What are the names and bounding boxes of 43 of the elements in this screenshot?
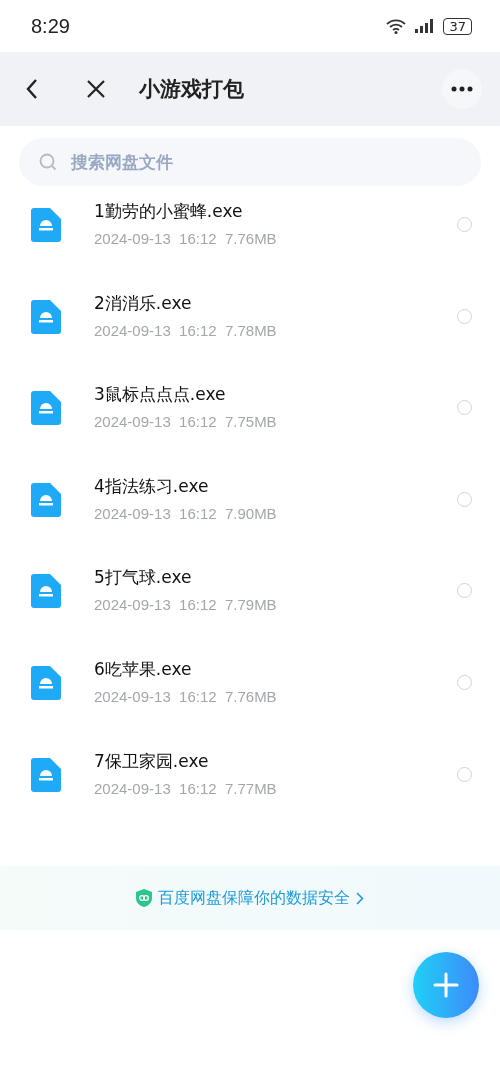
file-meta: 2024-09-13 16:12 7.77MB bbox=[94, 779, 278, 797]
search-icon bbox=[39, 153, 57, 171]
file-name: 6吃苹果.exe bbox=[94, 657, 193, 680]
battery-indicator: 37 bbox=[443, 17, 472, 35]
signal-icon bbox=[415, 19, 436, 33]
file-name: 1勤劳的小蜜蜂.exe bbox=[94, 200, 244, 222]
file-row[interactable]: 4指法练习.exe 2024-09-13 16:12 7.90MB bbox=[0, 466, 500, 559]
file-name: 4指法练习.exe bbox=[94, 474, 210, 497]
file-icon bbox=[31, 208, 61, 242]
file-icon bbox=[31, 574, 61, 609]
file-row[interactable]: 7保卫家园.exe 2024-09-13 16:12 7.77MB bbox=[0, 741, 500, 834]
file-row[interactable]: 1勤劳的小蜜蜂.exe 2024-09-13 16:12 7.76MB bbox=[0, 192, 500, 284]
file-icon bbox=[31, 299, 61, 334]
more-icon bbox=[451, 86, 473, 92]
file-name: 7保卫家园.exe bbox=[94, 749, 210, 772]
wifi-icon bbox=[385, 18, 408, 34]
file-icon bbox=[31, 482, 61, 517]
file-name: 3鼠标点点点.exe bbox=[94, 383, 227, 406]
file-name: 5打气球.exe bbox=[94, 566, 193, 589]
file-icon bbox=[31, 757, 61, 792]
plus-icon bbox=[433, 972, 459, 998]
more-button[interactable] bbox=[442, 69, 482, 109]
file-meta: 2024-09-13 16:12 7.76MB bbox=[94, 230, 278, 247]
back-icon[interactable] bbox=[25, 78, 39, 100]
file-icon bbox=[31, 665, 61, 700]
file-meta: 2024-09-13 16:12 7.79MB bbox=[94, 596, 278, 614]
file-meta: 2024-09-13 16:12 7.78MB bbox=[94, 321, 278, 339]
file-row[interactable]: 5打气球.exe 2024-09-13 16:12 7.79MB bbox=[0, 558, 500, 650]
file-row[interactable]: 6吃苹果.exe 2024-09-13 16:12 7.76MB bbox=[0, 649, 500, 742]
status-time: 8:29 bbox=[31, 14, 70, 38]
add-button[interactable] bbox=[413, 952, 479, 1018]
close-icon[interactable] bbox=[87, 80, 105, 98]
file-row[interactable]: 2消消乐.exe 2024-09-13 16:12 7.78MB bbox=[0, 283, 500, 376]
search-field[interactable]: 搜索网盘文件 bbox=[19, 138, 481, 186]
page-title: 小游戏打包 bbox=[139, 76, 245, 103]
file-meta: 2024-09-13 16:12 7.90MB bbox=[94, 504, 278, 522]
file-icon bbox=[31, 391, 61, 426]
file-meta: 2024-09-13 16:12 7.75MB bbox=[94, 413, 278, 431]
file-name: 2消消乐.exe bbox=[94, 291, 193, 314]
chevron-icon bbox=[356, 891, 364, 905]
file-row[interactable]: 3鼠标点点点.exe 2024-09-13 16:12 7.75MB bbox=[0, 375, 500, 467]
file-meta: 2024-09-13 16:12 7.76MB bbox=[94, 687, 278, 705]
shield-icon bbox=[136, 889, 152, 907]
